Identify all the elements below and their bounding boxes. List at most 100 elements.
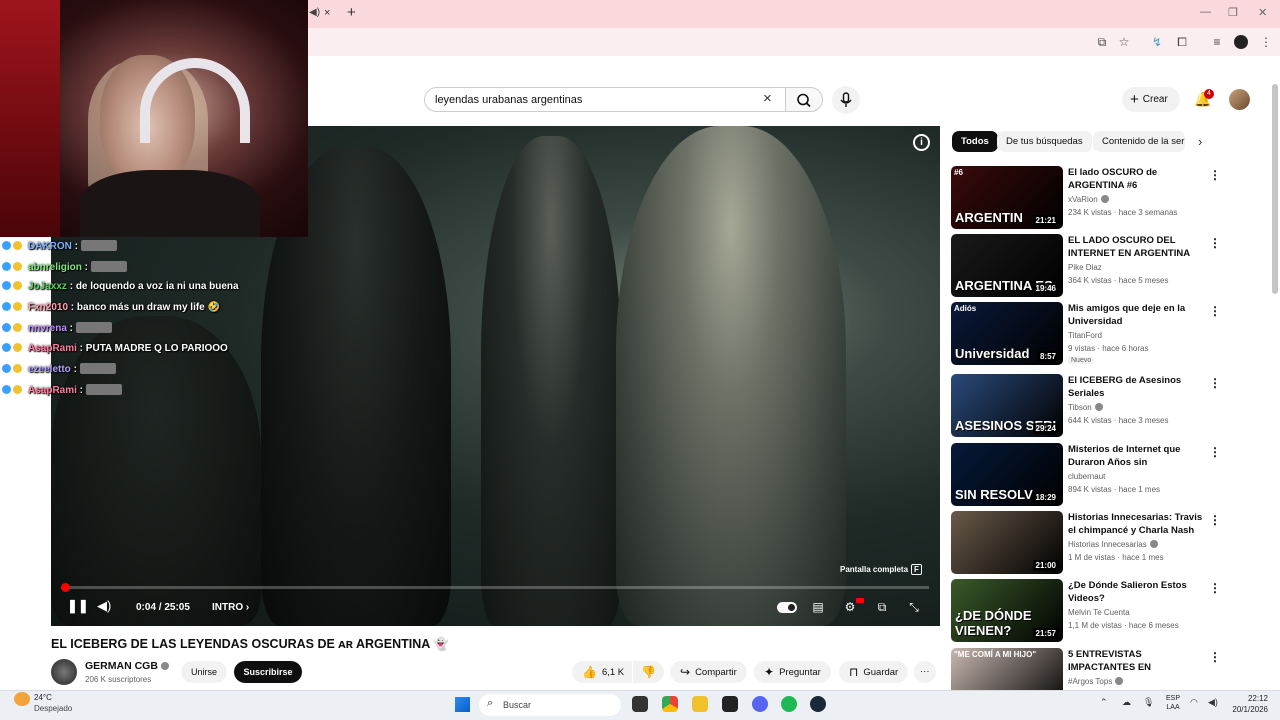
join-button[interactable]: Unirse bbox=[181, 661, 227, 683]
video-thumbnail[interactable]: SIN RESOLV 18:29 bbox=[951, 443, 1063, 506]
volume-icon[interactable]: ◀) bbox=[97, 598, 111, 614]
recommended-video[interactable]: ASESINOS SERI 29:24 El ICEBERG de Asesinos… bbox=[951, 374, 1221, 438]
recommended-channel[interactable]: TitanFord bbox=[1068, 331, 1102, 340]
taskbar-clock[interactable]: 22:12 20/1/2026 bbox=[1228, 693, 1268, 715]
browser-profile-avatar[interactable] bbox=[1234, 35, 1248, 49]
tray-chevron-icon[interactable]: ⌃ bbox=[1100, 697, 1108, 708]
dislike-button[interactable]: 👎 bbox=[633, 661, 664, 683]
voice-search-button[interactable] bbox=[832, 86, 860, 114]
tray-mic-icon[interactable]: 🎙 bbox=[1143, 697, 1154, 708]
exit-fullscreen-icon[interactable]: ⤡ bbox=[906, 600, 922, 614]
chapter-button[interactable]: INTRO › bbox=[212, 602, 249, 613]
speaker-icon[interactable]: ◀) bbox=[1208, 697, 1218, 708]
recommended-channel[interactable]: xVaRion bbox=[1068, 195, 1109, 204]
discord-taskbar-icon[interactable] bbox=[752, 696, 768, 712]
recommended-channel[interactable]: Melvin Te Cuenta bbox=[1068, 608, 1130, 617]
more-options-icon[interactable]: ⋮ bbox=[1209, 650, 1221, 664]
share-button[interactable]: ↪ Compartir bbox=[670, 661, 747, 683]
ask-button[interactable]: ✦ Preguntar bbox=[754, 661, 831, 683]
recommended-video-title[interactable]: Historias Innecesarias: Travis el chimpa… bbox=[1068, 511, 1208, 537]
recommended-video-title[interactable]: 5 ENTREVISTAS IMPACTANTES EN HOSPITALES … bbox=[1068, 648, 1208, 674]
recommended-video[interactable]: ¿DE DÓNDE VIENEN? 21:57 ¿De Dónde Salieron… bbox=[951, 579, 1221, 643]
weather-icon[interactable] bbox=[14, 692, 30, 706]
subtitles-icon[interactable]: ▤ bbox=[810, 600, 826, 614]
video-thumbnail[interactable]: ARGENTINA ES 19:46 bbox=[951, 234, 1063, 297]
language-indicator[interactable]: ESP LAA bbox=[1166, 694, 1180, 712]
windows-start-icon[interactable] bbox=[455, 697, 470, 712]
page-scrollbar[interactable] bbox=[1272, 84, 1278, 294]
recommended-video-title[interactable]: Misterios de Internet que Duraron Años s… bbox=[1068, 443, 1208, 469]
spotify-taskbar-icon[interactable] bbox=[781, 696, 797, 712]
recommended-video[interactable]: Adiós Universidad 8:57 Mis amigos que deje … bbox=[951, 302, 1221, 366]
browser-menu-icon[interactable]: ⋮ bbox=[1258, 34, 1274, 50]
more-options-icon[interactable]: ⋮ bbox=[1209, 445, 1221, 459]
tray-app-icon[interactable]: ☁ bbox=[1122, 697, 1131, 708]
save-button[interactable]: ⊓ Guardar bbox=[839, 661, 909, 683]
video-thumbnail[interactable]: 21:00 bbox=[951, 511, 1063, 574]
minimize-window-button[interactable]: — bbox=[1200, 6, 1211, 18]
task-view-icon[interactable] bbox=[632, 696, 648, 712]
recommended-video[interactable]: SIN RESOLV 18:29 Misterios de Internet que… bbox=[951, 443, 1221, 507]
video-thumbnail[interactable]: Adiós Universidad 8:57 bbox=[951, 302, 1063, 365]
autoplay-toggle[interactable] bbox=[777, 602, 797, 613]
subscribe-button[interactable]: Suscribirse bbox=[234, 661, 302, 683]
chip-contenido-de-la-serie[interactable]: Contenido de la ser bbox=[1093, 131, 1185, 152]
account-avatar[interactable] bbox=[1229, 89, 1250, 110]
recommended-video-title[interactable]: ¿De Dónde Salieron Estos Videos? bbox=[1068, 579, 1208, 605]
recommended-video-title[interactable]: EL LADO OSCURO DEL INTERNET EN ARGENTINA bbox=[1068, 234, 1208, 260]
more-options-icon[interactable]: ⋮ bbox=[1209, 513, 1221, 527]
more-actions-button[interactable]: ··· bbox=[914, 661, 936, 683]
chips-next-chevron-icon[interactable]: › bbox=[1198, 134, 1202, 149]
chrome-taskbar-icon[interactable] bbox=[662, 696, 678, 712]
recommended-channel[interactable]: Pike Diaz bbox=[1068, 263, 1102, 272]
video-thumbnail[interactable]: ¿DE DÓNDE VIENEN? 21:57 bbox=[951, 579, 1063, 642]
maximize-window-button[interactable]: ❐ bbox=[1228, 6, 1238, 19]
like-button[interactable]: 👍 6,1 K bbox=[572, 661, 633, 683]
recommended-video-title[interactable]: Mis amigos que deje en la Universidad bbox=[1068, 302, 1208, 328]
translate-extension-icon[interactable]: ↯ bbox=[1149, 34, 1165, 50]
file-explorer-icon[interactable] bbox=[692, 696, 708, 712]
progress-scrubber-handle[interactable] bbox=[60, 583, 70, 592]
video-duration: 21:00 bbox=[1032, 560, 1059, 571]
channel-name[interactable]: GERMAN CGB bbox=[85, 660, 169, 672]
recommended-channel[interactable]: clubernaut bbox=[1068, 472, 1105, 481]
recommended-channel[interactable]: Historias Innecesarias bbox=[1068, 540, 1158, 549]
channel-avatar[interactable] bbox=[51, 659, 77, 685]
recommended-channel[interactable]: #Argos Tops bbox=[1068, 677, 1124, 686]
recommended-video[interactable]: 21:00 Historias Innecesarias: Travis el c… bbox=[951, 511, 1221, 575]
extensions-puzzle-icon[interactable]: ⧠ bbox=[1174, 34, 1190, 50]
chip-de-tus-busquedas[interactable]: De tus búsquedas bbox=[997, 131, 1092, 152]
progress-bar[interactable] bbox=[60, 583, 929, 592]
recommended-channel[interactable]: Tibson bbox=[1068, 403, 1103, 412]
more-options-icon[interactable]: ⋮ bbox=[1209, 581, 1221, 595]
close-window-button[interactable]: ✕ bbox=[1258, 6, 1267, 19]
search-icon bbox=[797, 93, 811, 108]
taskbar-search-box[interactable]: Buscar bbox=[479, 694, 621, 716]
pause-button[interactable]: ❚❚ bbox=[67, 598, 89, 614]
recommended-video[interactable]: ARGENTINA ES 19:46 EL LADO OSCURO DEL INTE… bbox=[951, 234, 1221, 298]
recommended-video[interactable]: #6 ARGENTIN 21:21 El lado OSCURO de ARGENTI… bbox=[951, 166, 1221, 230]
create-button[interactable]: + Crear bbox=[1122, 87, 1180, 112]
app-taskbar-icon[interactable] bbox=[722, 696, 738, 712]
recommended-video-title[interactable]: El ICEBERG de Asesinos Seriales bbox=[1068, 374, 1208, 400]
media-controls-icon[interactable]: ≡ bbox=[1209, 34, 1225, 50]
video-thumbnail[interactable]: #6 ARGENTIN 21:21 bbox=[951, 166, 1063, 229]
more-options-icon[interactable]: ⋮ bbox=[1209, 304, 1221, 318]
recommended-video-title[interactable]: El lado OSCURO de ARGENTINA #6 bbox=[1068, 166, 1208, 192]
new-tab-button[interactable]: + bbox=[347, 4, 356, 21]
miniplayer-icon[interactable]: ⧉ bbox=[874, 600, 890, 614]
more-options-icon[interactable]: ⋮ bbox=[1209, 236, 1221, 250]
video-thumbnail[interactable]: ASESINOS SERI 29:24 bbox=[951, 374, 1063, 437]
clear-search-icon[interactable]: × bbox=[763, 90, 772, 107]
chip-todos[interactable]: Todos bbox=[952, 131, 998, 152]
steam-taskbar-icon[interactable] bbox=[810, 696, 826, 712]
install-app-icon[interactable]: ⧉ bbox=[1094, 34, 1110, 50]
search-input[interactable]: leyendas urabanas argentinas bbox=[424, 87, 786, 112]
wifi-icon[interactable]: ◠ bbox=[1190, 697, 1198, 708]
more-options-icon[interactable]: ⋮ bbox=[1209, 168, 1221, 182]
tab-close-button[interactable]: × bbox=[324, 7, 330, 19]
more-options-icon[interactable]: ⋮ bbox=[1209, 376, 1221, 390]
bookmark-star-icon[interactable]: ☆ bbox=[1116, 34, 1132, 50]
info-icon[interactable]: i bbox=[913, 134, 930, 151]
search-button[interactable] bbox=[785, 87, 823, 112]
